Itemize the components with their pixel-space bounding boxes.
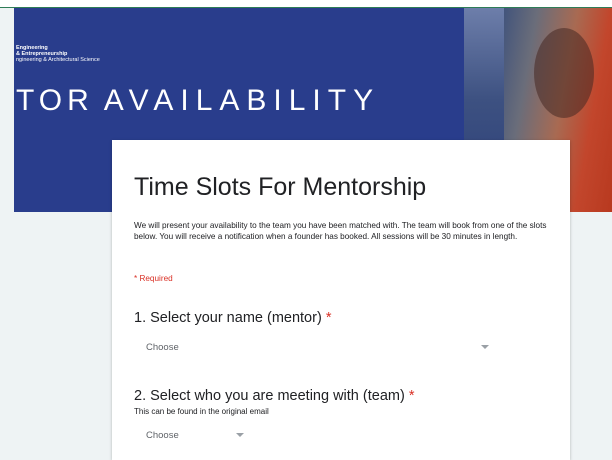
required-asterisk: * — [408, 388, 415, 404]
caret-down-icon — [481, 345, 489, 349]
question-1-title: 1. Select your name (mentor) * — [134, 310, 331, 326]
banner-title: TOR AVAILABILITY — [16, 84, 380, 118]
dropdown-selected-value: Choose — [146, 430, 179, 441]
top-border — [0, 0, 612, 8]
question-1-label: 1. Select your name (mentor) — [134, 310, 322, 326]
brand-logo: Engineering & Entrepreneurship ngineerin… — [16, 45, 100, 63]
question-2-hint: This can be found in the original email — [134, 407, 269, 416]
banner-title-left: TOR — [16, 84, 94, 117]
mentor-name-dropdown[interactable]: Choose — [134, 339, 489, 355]
team-dropdown[interactable]: Choose — [134, 427, 244, 443]
logo-line-3: ngineering & Architectural Science — [16, 57, 100, 63]
caret-down-icon — [236, 433, 244, 437]
form-card: Time Slots For Mentorship We will presen… — [112, 140, 570, 460]
required-note: * Required — [134, 274, 173, 283]
banner-title-right: AVAILABILITY — [103, 84, 381, 117]
question-2-label: 2. Select who you are meeting with (team… — [134, 388, 405, 404]
question-2-title: 2. Select who you are meeting with (team… — [134, 388, 414, 404]
form-description: We will present your availability to the… — [134, 221, 547, 241]
form-title: Time Slots For Mentorship — [134, 173, 427, 201]
required-asterisk: * — [325, 310, 332, 326]
dropdown-selected-value: Choose — [146, 342, 179, 353]
